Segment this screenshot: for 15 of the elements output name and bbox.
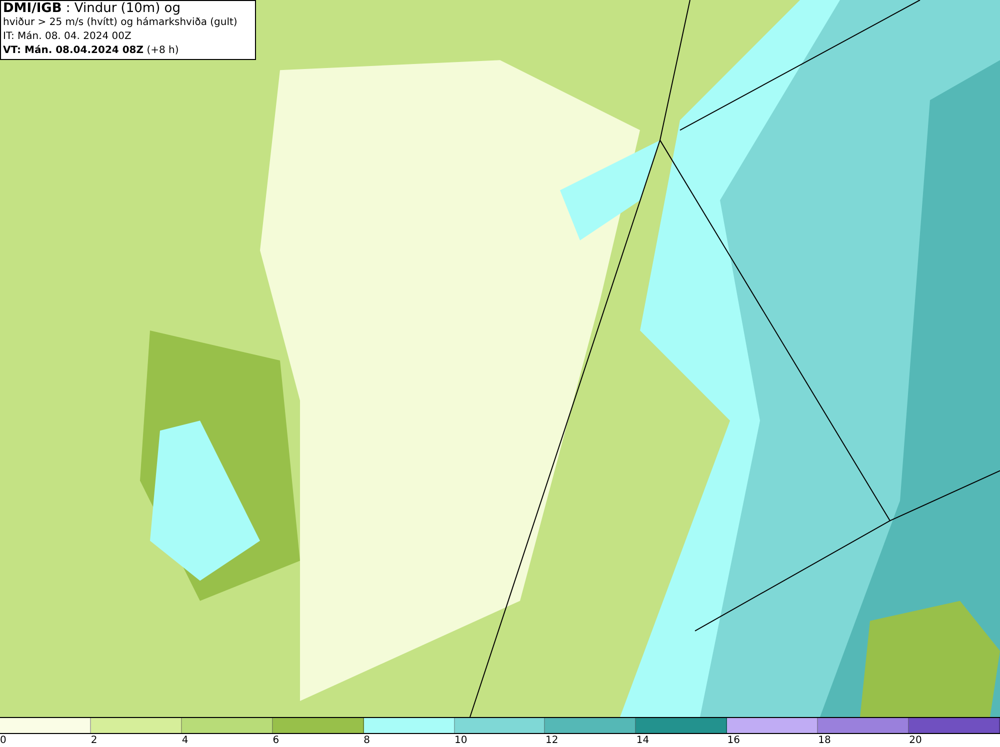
legend-label: 12 bbox=[545, 734, 558, 747]
info-line: IT: Mán. 08. 04. 2024 00Z bbox=[3, 30, 132, 44]
info-line: hviður > 25 m/s (hvítt) og hámarkshviða (gult) bbox=[3, 16, 238, 30]
legend-label: 2 bbox=[90, 734, 98, 747]
legend-label: 0 bbox=[0, 734, 6, 747]
info-line: VT: Mán. 08.04.2024 08Z (+8 h) bbox=[3, 44, 179, 58]
legend-label: 14 bbox=[636, 734, 650, 747]
legend-label: 18 bbox=[818, 734, 831, 747]
legend-label: 4 bbox=[182, 734, 188, 747]
legend-label: 10 bbox=[454, 734, 468, 747]
legend-label: 20 bbox=[909, 734, 922, 747]
legend-label: 8 bbox=[364, 734, 370, 747]
legend-label: 6 bbox=[272, 734, 280, 747]
info-line: DMI/IGB : Vindur (10m) og bbox=[3, 2, 180, 16]
legend-label: 16 bbox=[727, 734, 740, 747]
